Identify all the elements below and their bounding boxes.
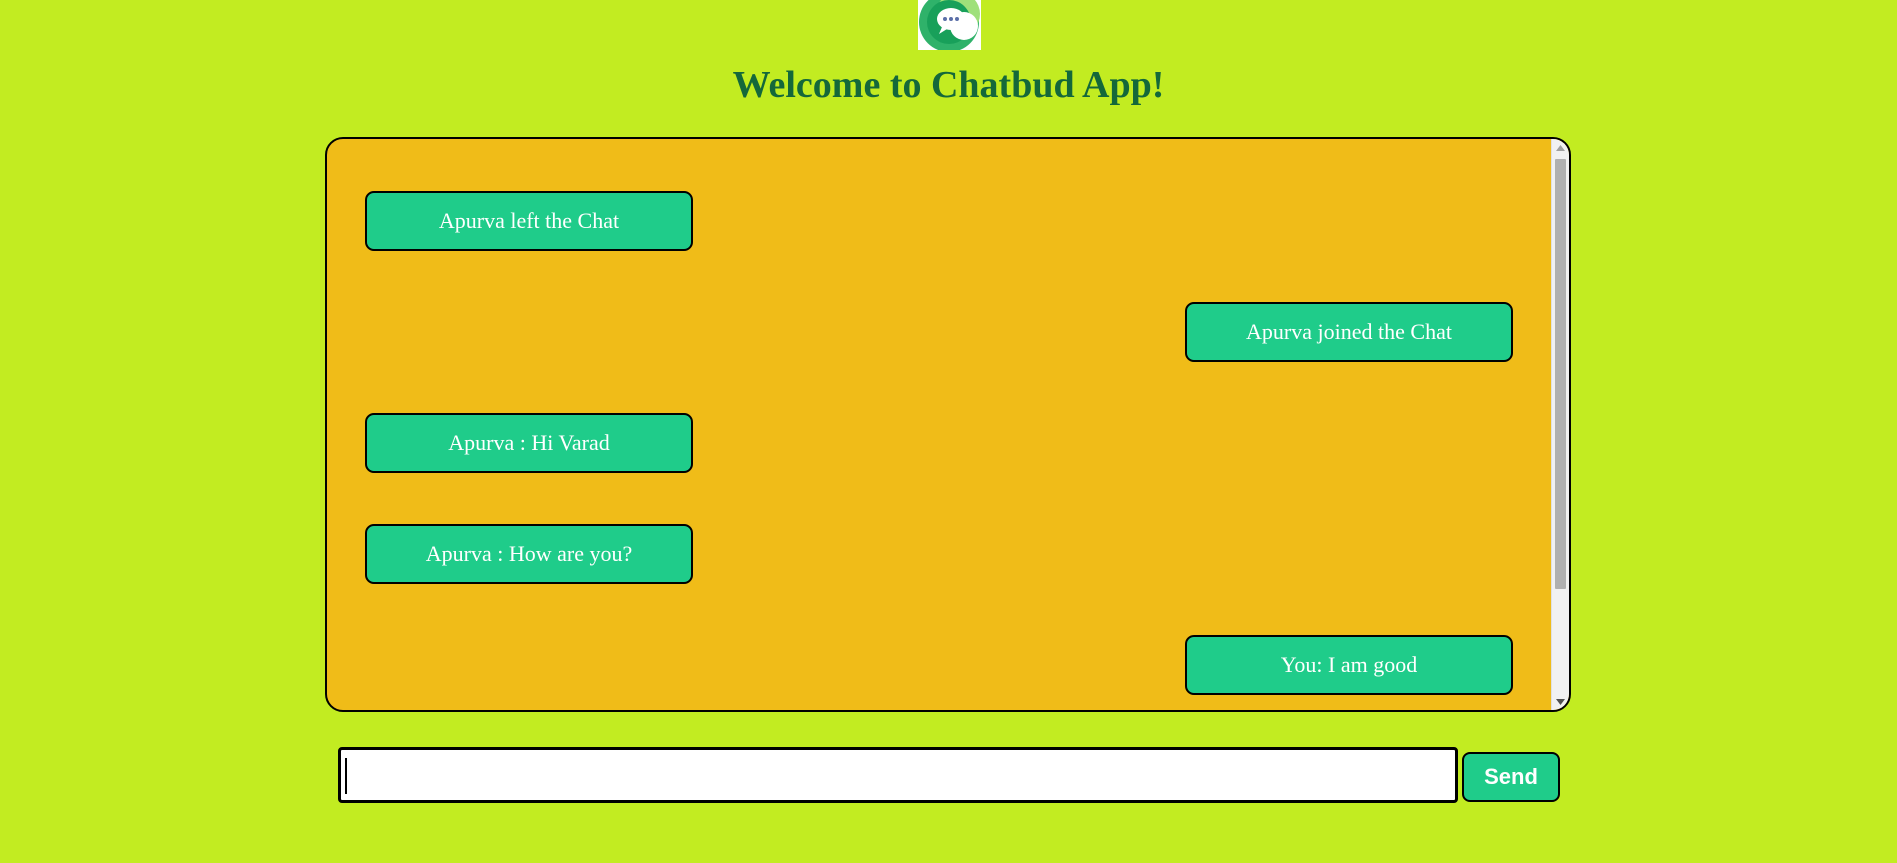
- scroll-up-arrow-icon[interactable]: [1552, 139, 1569, 156]
- page: Welcome to Chatbud App! Apurva left the …: [0, 0, 1897, 863]
- message-bubble: Apurva left the Chat: [365, 191, 693, 251]
- chat-scrollbar[interactable]: [1551, 139, 1569, 710]
- message-input-wrapper: [338, 747, 1458, 803]
- scroll-down-arrow-icon[interactable]: [1552, 693, 1569, 710]
- chat-bubble-logo-icon: [918, 0, 981, 50]
- message-bubble: Apurva joined the Chat: [1185, 302, 1513, 362]
- message-bubble: Apurva : Hi Varad: [365, 413, 693, 473]
- text-cursor: [345, 758, 347, 794]
- message-bubble: Apurva : How are you?: [365, 524, 693, 584]
- page-title: Welcome to Chatbud App!: [732, 64, 1165, 106]
- chat-messages-container[interactable]: Apurva left the Chat Apurva joined the C…: [325, 137, 1571, 712]
- scroll-thumb[interactable]: [1555, 159, 1566, 589]
- message-input[interactable]: [341, 750, 1455, 800]
- send-button[interactable]: Send: [1462, 752, 1560, 802]
- message-bubble: You: I am good: [1185, 635, 1513, 695]
